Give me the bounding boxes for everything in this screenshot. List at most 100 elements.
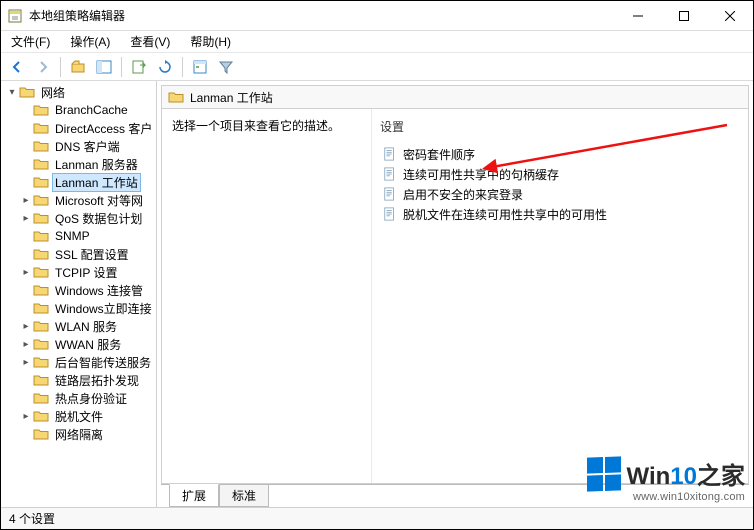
show-hide-tree-button[interactable]: [92, 55, 116, 79]
tree-item-label: WLAN 服务: [52, 317, 120, 336]
toolbar-separator: [182, 57, 183, 77]
folder-icon: [33, 264, 49, 280]
tree-item-label: SSL 配置设置: [52, 245, 132, 264]
folder-icon: [33, 372, 49, 388]
menu-file[interactable]: 文件(F): [1, 31, 60, 52]
folder-icon: [19, 84, 35, 100]
tree-item[interactable]: ▸BranchCache: [17, 101, 156, 119]
tree-item-label: Windows立即连接: [52, 299, 155, 318]
folder-icon: [168, 89, 184, 105]
tree-item[interactable]: ▸Windows 连接管: [17, 281, 156, 299]
tree-item[interactable]: ▸DNS 客户端: [17, 137, 156, 155]
expand-icon[interactable]: ▸: [19, 355, 33, 369]
app-icon: [7, 8, 23, 24]
setting-label: 启用不安全的来宾登录: [403, 186, 523, 203]
expand-icon[interactable]: ▸: [19, 337, 33, 351]
folder-icon: [33, 228, 49, 244]
expand-icon[interactable]: ▸: [19, 265, 33, 279]
window-title: 本地组策略编辑器: [29, 7, 125, 24]
policy-icon: [382, 206, 398, 222]
tree-item-label: 网络隔离: [52, 425, 106, 444]
tree-item-label: TCPIP 设置: [52, 263, 120, 282]
tree-item-label: QoS 数据包计划: [52, 209, 145, 228]
refresh-button[interactable]: [153, 55, 177, 79]
filter-button[interactable]: [214, 55, 238, 79]
tree-item[interactable]: ▸网络隔离: [17, 425, 156, 443]
description-text: 选择一个项目来查看它的描述。: [172, 119, 340, 133]
setting-label: 连续可用性共享中的句柄缓存: [403, 166, 559, 183]
tree-item-label: Windows 连接管: [52, 281, 146, 300]
close-button[interactable]: [707, 1, 753, 31]
toolbar-separator: [60, 57, 61, 77]
properties-button[interactable]: [188, 55, 212, 79]
expand-icon[interactable]: ▸: [19, 193, 33, 207]
expand-icon[interactable]: ▸: [19, 319, 33, 333]
content-tabs: 扩展 标准: [157, 485, 753, 507]
folder-icon: [33, 354, 49, 370]
setting-item[interactable]: 脱机文件在连续可用性共享中的可用性: [380, 204, 740, 224]
path-header: Lanman 工作站: [161, 85, 749, 109]
policy-icon: [382, 186, 398, 202]
window-controls: [615, 1, 753, 31]
menu-action[interactable]: 操作(A): [60, 31, 120, 52]
tree-item[interactable]: ▸ WLAN 服务: [17, 317, 156, 335]
up-button[interactable]: [66, 55, 90, 79]
setting-item[interactable]: 密码套件顺序: [380, 144, 740, 164]
statusbar: 4 个设置: [1, 507, 753, 529]
folder-icon: [33, 336, 49, 352]
column-header-setting[interactable]: 设置: [380, 115, 740, 138]
folder-icon: [33, 138, 49, 154]
expand-icon[interactable]: ▸: [19, 211, 33, 225]
tree-item[interactable]: ▸Windows立即连接: [17, 299, 156, 317]
folder-icon: [33, 426, 49, 442]
tree-item[interactable]: ▸后台智能传送服务: [17, 353, 156, 371]
tree-root-network[interactable]: ▾ 网络: [3, 83, 156, 101]
tree-item[interactable]: ▸Lanman 工作站: [17, 173, 156, 191]
toolbar-separator: [121, 57, 122, 77]
tree-item[interactable]: ▸链路层拓扑发现: [17, 371, 156, 389]
tree-item[interactable]: ▸DirectAccess 客户: [17, 119, 156, 137]
minimize-button[interactable]: [615, 1, 661, 31]
tree-item[interactable]: ▸ TCPIP 设置: [17, 263, 156, 281]
tab-standard[interactable]: 标准: [219, 485, 269, 507]
tab-extended[interactable]: 扩展: [169, 484, 219, 507]
tree-item[interactable]: ▸Microsoft 对等网: [17, 191, 156, 209]
folder-icon: [33, 192, 49, 208]
menu-help[interactable]: 帮助(H): [180, 31, 241, 52]
setting-label: 密码套件顺序: [403, 146, 475, 163]
policy-icon: [382, 166, 398, 182]
tree-item[interactable]: ▸SSL 配置设置: [17, 245, 156, 263]
folder-icon: [33, 156, 49, 172]
tree-item[interactable]: ▸SNMP: [17, 227, 156, 245]
main-area: ▾ 网络 ▸BranchCache▸DirectAccess 客户▸DNS 客户…: [1, 81, 753, 507]
tree-item[interactable]: ▸脱机文件: [17, 407, 156, 425]
settings-column: 设置 密码套件顺序连续可用性共享中的句柄缓存启用不安全的来宾登录脱机文件在连续可…: [372, 109, 748, 483]
tree-item-label: DirectAccess 客户: [52, 119, 155, 138]
folder-icon: [33, 300, 49, 316]
tree-item-label: Lanman 工作站: [52, 173, 141, 192]
collapse-icon[interactable]: ▾: [5, 85, 19, 99]
nav-back-button[interactable]: [5, 55, 29, 79]
tree-item[interactable]: ▸ QoS 数据包计划: [17, 209, 156, 227]
menubar: 文件(F) 操作(A) 查看(V) 帮助(H): [1, 31, 753, 53]
tree-item[interactable]: ▸热点身份验证: [17, 389, 156, 407]
folder-icon: [33, 282, 49, 298]
menu-view[interactable]: 查看(V): [120, 31, 180, 52]
setting-item[interactable]: 连续可用性共享中的句柄缓存: [380, 164, 740, 184]
folder-icon: [33, 120, 49, 136]
tree-item-label: 链路层拓扑发现: [52, 371, 142, 390]
titlebar: 本地组策略编辑器: [1, 1, 753, 31]
tree-pane[interactable]: ▾ 网络 ▸BranchCache▸DirectAccess 客户▸DNS 客户…: [1, 81, 157, 507]
tree-item[interactable]: ▸Lanman 服务器: [17, 155, 156, 173]
folder-icon: [33, 390, 49, 406]
setting-item[interactable]: 启用不安全的来宾登录: [380, 184, 740, 204]
status-text: 4 个设置: [9, 510, 55, 527]
tree-item[interactable]: ▸WWAN 服务: [17, 335, 156, 353]
path-title: Lanman 工作站: [190, 89, 273, 106]
folder-icon: [33, 174, 49, 190]
export-button[interactable]: [127, 55, 151, 79]
nav-forward-button[interactable]: [31, 55, 55, 79]
tree-item-label: BranchCache: [52, 102, 131, 118]
expand-icon[interactable]: ▸: [19, 409, 33, 423]
maximize-button[interactable]: [661, 1, 707, 31]
